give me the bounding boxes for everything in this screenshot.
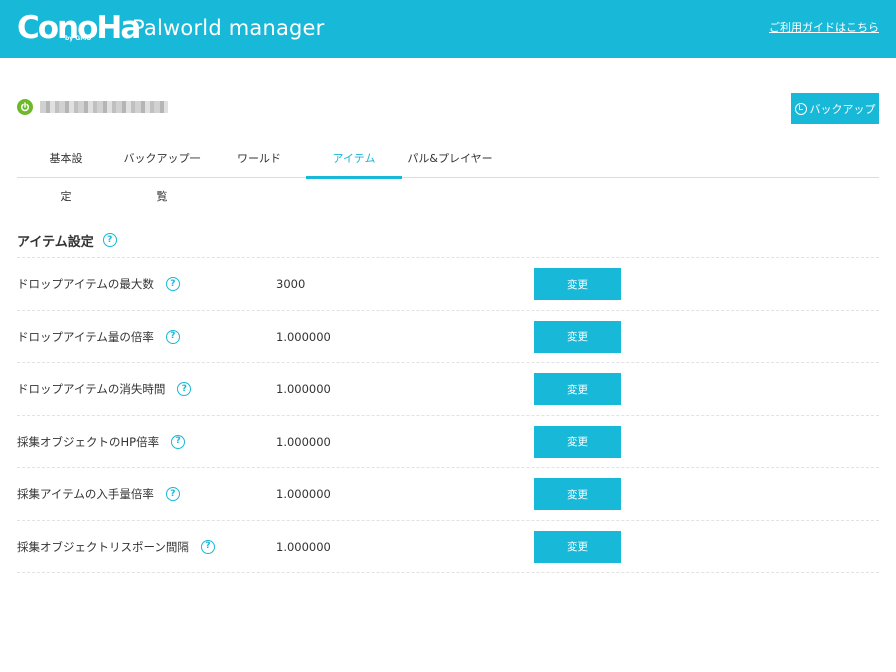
change-button[interactable]: 変更 bbox=[534, 425, 621, 458]
setting-row: ドロップアイテム量の倍率 ? 1.000000 変更 bbox=[17, 311, 879, 363]
setting-label: ドロップアイテムの最大数 ? bbox=[17, 258, 180, 310]
question-circle-icon[interactable]: ? bbox=[102, 233, 117, 247]
settings-list: ドロップアイテムの最大数 ? 3000 変更 ドロップアイテム量の倍率 ? 1.… bbox=[17, 257, 879, 573]
change-button[interactable]: 変更 bbox=[534, 530, 621, 563]
backup-button-label: バックアップ bbox=[809, 102, 876, 116]
change-button[interactable]: 変更 bbox=[534, 478, 621, 510]
setting-value: 1.000000 bbox=[276, 487, 331, 501]
backup-button[interactable]: バックアップ bbox=[791, 93, 879, 124]
server-name-redacted bbox=[40, 101, 168, 113]
tab-pals-players[interactable]: パル&プレイヤー bbox=[407, 140, 493, 178]
setting-row: ドロップアイテムの最大数 ? 3000 変更 bbox=[17, 258, 879, 311]
conoha-logo[interactable]: ConoHa by GMO bbox=[17, 9, 141, 47]
question-circle-icon[interactable]: ? bbox=[165, 487, 180, 501]
setting-label-text: 採集オブジェクトのHP倍率 bbox=[17, 434, 160, 449]
setting-label: 採集オブジェクトのHP倍率 ? bbox=[17, 416, 186, 468]
question-circle-icon[interactable]: ? bbox=[165, 329, 180, 344]
user-guide-link[interactable]: ご利用ガイドはこちら bbox=[769, 21, 879, 35]
setting-label-text: ドロップアイテムの最大数 bbox=[17, 277, 154, 291]
question-circle-icon[interactable]: ? bbox=[177, 382, 192, 396]
settings-tabs: 基本設定 バックアップ一覧 ワールド アイテム パル&プレイヤー bbox=[17, 140, 879, 203]
question-circle-icon[interactable]: ? bbox=[171, 434, 186, 449]
change-button[interactable]: 変更 bbox=[534, 320, 621, 353]
setting-value: 1.000000 bbox=[276, 434, 331, 449]
tab-backup-list[interactable]: バックアップ一覧 bbox=[119, 140, 205, 203]
backup-clock-icon bbox=[794, 102, 807, 115]
server-status-row bbox=[17, 96, 168, 118]
setting-value: 3000 bbox=[276, 277, 306, 291]
section-title-text: アイテム設定 bbox=[17, 234, 94, 250]
change-button[interactable]: 変更 bbox=[534, 268, 621, 300]
tab-world[interactable]: ワールド bbox=[236, 140, 282, 178]
question-circle-icon[interactable]: ? bbox=[200, 539, 215, 554]
setting-row: 採集オブジェクトリスポーン間隔 ? 1.000000 変更 bbox=[17, 521, 879, 573]
setting-label-text: 採集オブジェクトリスポーン間隔 bbox=[17, 539, 189, 554]
question-circle-icon[interactable]: ? bbox=[165, 277, 180, 291]
setting-label: 採集オブジェクトリスポーン間隔 ? bbox=[17, 521, 215, 573]
setting-label-text: ドロップアイテム量の倍率 bbox=[17, 329, 154, 344]
change-button[interactable]: 変更 bbox=[534, 373, 621, 405]
setting-value: 1.000000 bbox=[276, 382, 331, 396]
logo-subtext: by GMO bbox=[65, 35, 92, 42]
power-icon bbox=[17, 99, 33, 115]
setting-value: 1.000000 bbox=[276, 329, 331, 344]
section-title: アイテム設定 ? bbox=[17, 230, 117, 250]
app-title: Palworld manager bbox=[132, 16, 325, 40]
setting-label: ドロップアイテムの消失時間 ? bbox=[17, 363, 192, 415]
setting-row: 採集アイテムの入手量倍率 ? 1.000000 変更 bbox=[17, 468, 879, 521]
setting-label: ドロップアイテム量の倍率 ? bbox=[17, 311, 180, 363]
tab-items[interactable]: アイテム bbox=[306, 140, 402, 179]
setting-row: 採集オブジェクトのHP倍率 ? 1.000000 変更 bbox=[17, 416, 879, 468]
setting-label-text: ドロップアイテムの消失時間 bbox=[17, 382, 166, 396]
tab-basic-settings[interactable]: 基本設定 bbox=[45, 140, 87, 203]
app-header: ConoHa by GMO Palworld manager ご利用ガイドはこち… bbox=[0, 0, 896, 58]
setting-label-text: 採集アイテムの入手量倍率 bbox=[17, 487, 154, 501]
setting-value: 1.000000 bbox=[276, 539, 331, 554]
setting-label: 採集アイテムの入手量倍率 ? bbox=[17, 468, 180, 520]
setting-row: ドロップアイテムの消失時間 ? 1.000000 変更 bbox=[17, 363, 879, 416]
